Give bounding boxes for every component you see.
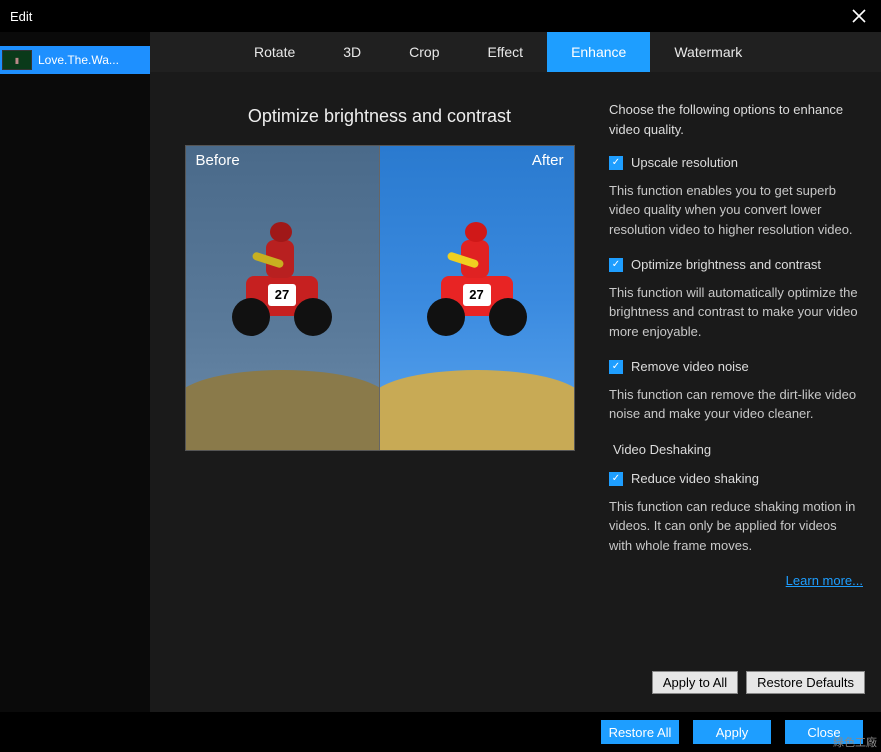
mid-button-row: Apply to All Restore Defaults: [652, 671, 865, 694]
checkbox-label: Remove video noise: [631, 357, 749, 377]
checkbox-label: Reduce video shaking: [631, 469, 759, 489]
noise-desc: This function can remove the dirt-like v…: [609, 385, 863, 424]
checkbox-label: Optimize brightness and contrast: [631, 255, 821, 275]
checkbox-optimize[interactable]: ✓ Optimize brightness and contrast: [609, 255, 863, 275]
check-icon: ✓: [609, 258, 623, 272]
apply-button[interactable]: Apply: [693, 720, 771, 744]
after-view: After 27: [380, 146, 574, 450]
checkbox-noise[interactable]: ✓ Remove video noise: [609, 357, 863, 377]
tab-watermark[interactable]: Watermark: [650, 32, 766, 72]
file-item[interactable]: ▮ Love.The.Wa...: [0, 46, 150, 74]
preview-panel: Optimize brightness and contrast Before …: [150, 72, 595, 712]
apply-to-all-button[interactable]: Apply to All: [652, 671, 738, 694]
check-icon: ✓: [609, 360, 623, 374]
comparison-frame: Before 27 After 27: [185, 145, 575, 451]
learn-more-row: Learn more...: [609, 571, 863, 591]
checkbox-upscale[interactable]: ✓ Upscale resolution: [609, 153, 863, 173]
deshake-header: Video Deshaking: [613, 440, 863, 460]
title-bar: Edit: [0, 0, 881, 32]
window-title: Edit: [10, 9, 32, 24]
tab-bar: Rotate 3D Crop Effect Enhance Watermark: [150, 32, 881, 72]
upscale-desc: This function enables you to get superb …: [609, 181, 863, 240]
file-thumbnail: ▮: [2, 50, 32, 70]
learn-more-link[interactable]: Learn more...: [786, 573, 863, 588]
optimize-desc: This function will automatically optimiz…: [609, 283, 863, 342]
footer: Restore All Apply Close: [0, 712, 881, 752]
close-icon[interactable]: [847, 4, 871, 28]
main-area: Rotate 3D Crop Effect Enhance Watermark …: [150, 32, 881, 712]
checkbox-reduce-shaking[interactable]: ✓ Reduce video shaking: [609, 469, 863, 489]
before-view: Before 27: [186, 146, 380, 450]
check-icon: ✓: [609, 156, 623, 170]
options-panel: Choose the following options to enhance …: [595, 72, 881, 712]
check-icon: ✓: [609, 472, 623, 486]
close-button[interactable]: Close: [785, 720, 863, 744]
tab-crop[interactable]: Crop: [385, 32, 463, 72]
restore-all-button[interactable]: Restore All: [601, 720, 679, 744]
tab-rotate[interactable]: Rotate: [230, 32, 319, 72]
before-label: Before: [196, 152, 240, 169]
preview-heading: Optimize brightness and contrast: [248, 106, 511, 127]
tab-3d[interactable]: 3D: [319, 32, 385, 72]
sidebar: ▮ Love.The.Wa...: [0, 32, 150, 712]
restore-defaults-button[interactable]: Restore Defaults: [746, 671, 865, 694]
checkbox-label: Upscale resolution: [631, 153, 738, 173]
tab-effect[interactable]: Effect: [464, 32, 548, 72]
tab-enhance[interactable]: Enhance: [547, 32, 650, 72]
content: ▮ Love.The.Wa... Rotate 3D Crop Effect E…: [0, 32, 881, 712]
work-area: Optimize brightness and contrast Before …: [150, 72, 881, 712]
options-intro: Choose the following options to enhance …: [609, 100, 863, 139]
after-label: After: [532, 152, 564, 169]
reduce-desc: This function can reduce shaking motion …: [609, 497, 863, 556]
file-name: Love.The.Wa...: [38, 53, 144, 67]
